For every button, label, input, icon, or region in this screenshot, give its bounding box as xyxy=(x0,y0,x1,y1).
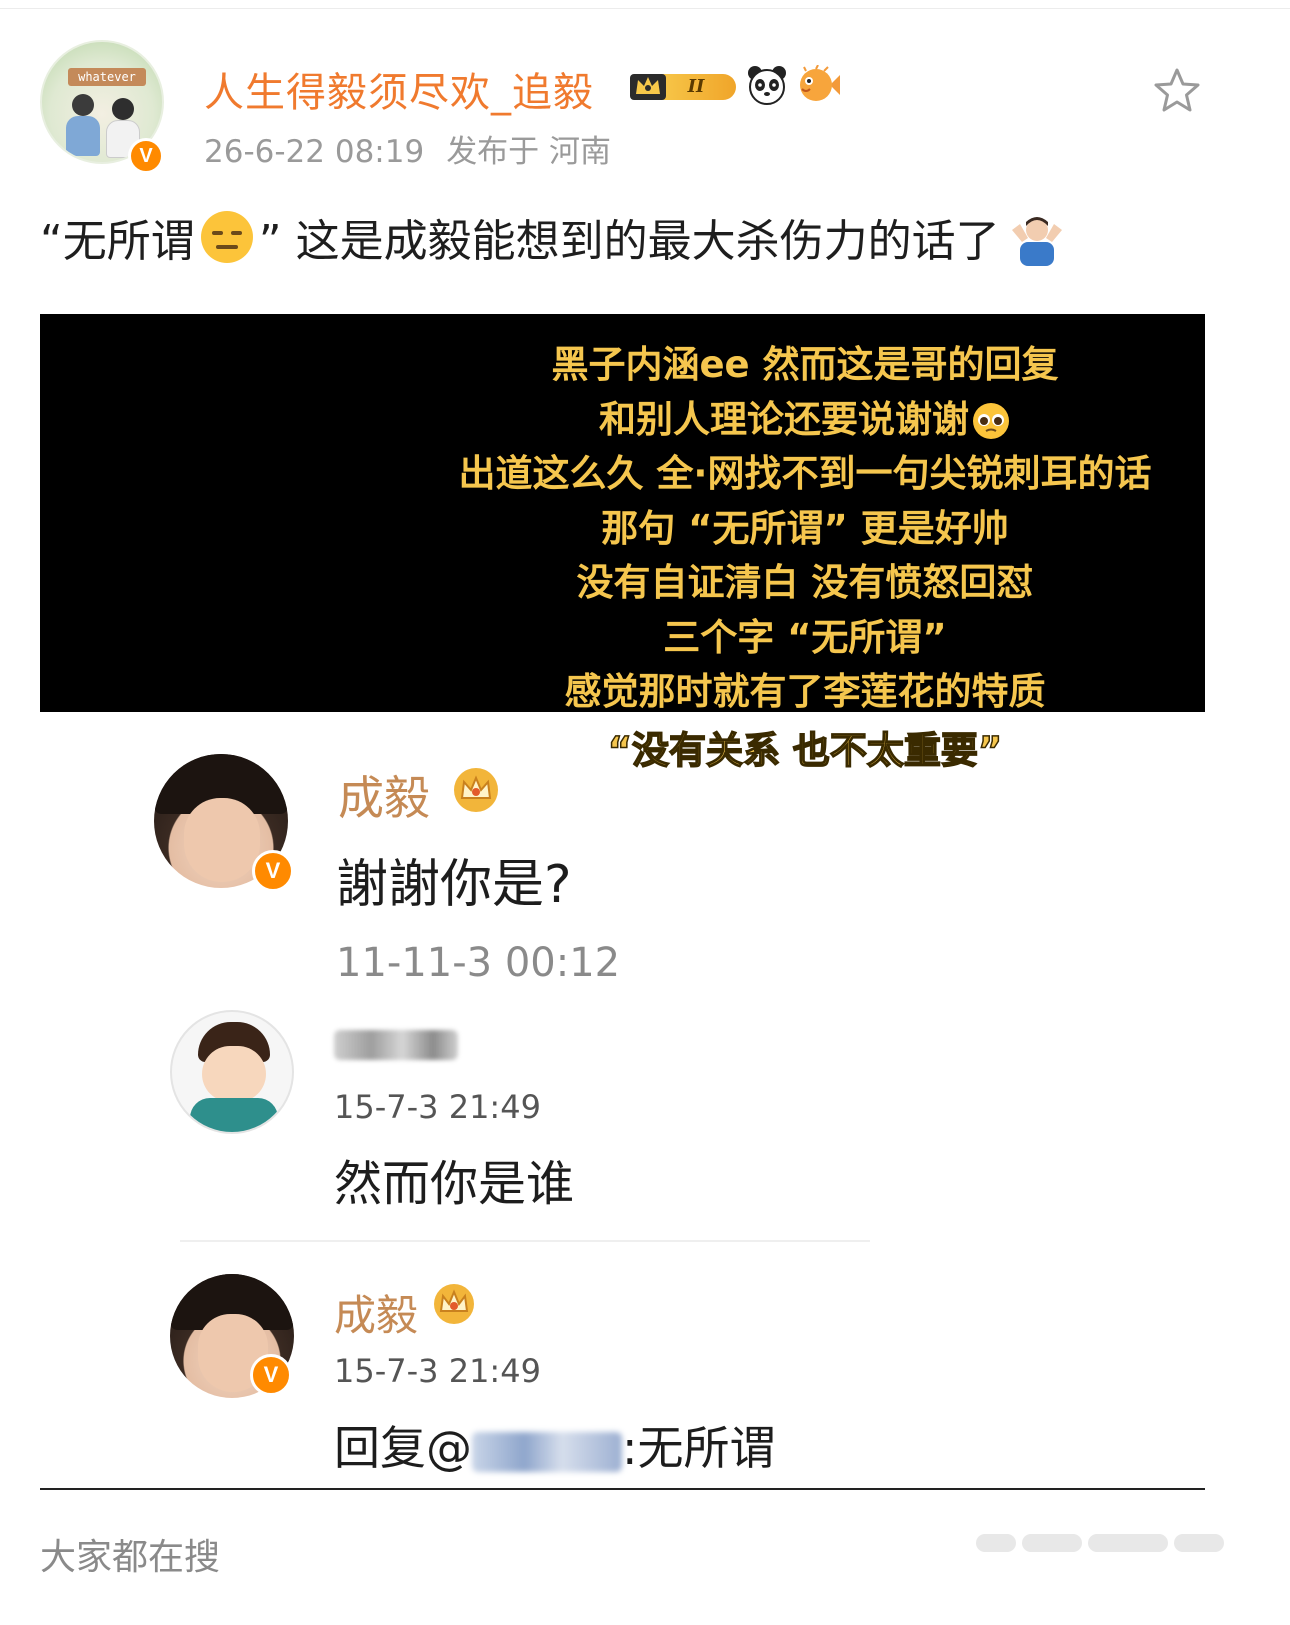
comment-text: 謝謝你是? xyxy=(336,855,572,915)
caption-line-text: 和别人理论还要说谢谢 xyxy=(599,397,969,441)
commenter-name: 成毅 xyxy=(338,771,430,825)
comment-text: 回复@ :无所谓 xyxy=(334,1412,776,1478)
star-icon[interactable] xyxy=(1152,66,1202,116)
post-image[interactable]: 黑子内涵ee 然而这是哥的回复 和别人理论还要说谢谢 出道这么久 全·网找不到一… xyxy=(40,314,1205,1489)
v-badge-icon: V xyxy=(252,850,294,892)
caption-line: 黑子内涵ee 然而这是哥的回复 xyxy=(551,343,1059,386)
post-location: 发布于 河南 xyxy=(446,134,612,170)
comment-text: 然而你是谁 xyxy=(334,1156,575,1212)
caption-line: 那句 “无所谓” 更是好帅 xyxy=(601,506,1009,550)
post-text-part: “无所谓 xyxy=(40,216,195,267)
caption-text-block: 黑子内涵ee 然而这是哥的回复 和别人理论还要说谢谢 出道这么久 全·网找不到一… xyxy=(420,338,1190,720)
crown-icon xyxy=(434,1284,474,1324)
avatar-figure-head xyxy=(112,98,134,120)
author-avatar[interactable]: whatever V xyxy=(40,40,164,174)
caption-line: “没有关系 也不太重要” xyxy=(607,728,1003,773)
section-divider xyxy=(40,1488,1205,1490)
post-text-part: ” 这是成毅能想到的最大杀伤力的话了 xyxy=(258,216,1000,267)
crown-icon xyxy=(454,768,498,812)
post-date: 26-6-22 08:19 xyxy=(204,134,425,170)
top-divider xyxy=(0,8,1290,9)
avatar-sign-text: whatever xyxy=(68,68,146,86)
reply-prefix: 回复@ xyxy=(334,1421,472,1475)
caption-line: 和别人理论还要说谢谢 xyxy=(420,393,1190,448)
caption-line: 出道这么久 全·网找不到一句尖锐刺耳的话 xyxy=(458,452,1152,495)
avatar-figure-body xyxy=(66,116,100,156)
shrug-emoji-icon xyxy=(1011,217,1062,266)
caption-line: 没有自证清白 没有愤怒回怼 xyxy=(576,561,1034,604)
blurred-mention xyxy=(472,1431,622,1472)
comment-divider xyxy=(180,1240,870,1242)
expressionless-emoji-icon xyxy=(200,211,253,263)
panda-icon[interactable] xyxy=(746,64,788,106)
crown-icon xyxy=(630,74,666,100)
comment-time: 11-11-3 00:12 xyxy=(336,940,621,986)
commenter-avatar xyxy=(170,1010,294,1134)
pleading-emoji-icon xyxy=(973,403,1009,439)
caption-line: 三个字 “无所谓” xyxy=(663,615,947,659)
author-name[interactable]: 人生得毅须尽欢_追毅 xyxy=(204,60,594,118)
author-badges: II xyxy=(626,64,840,106)
comment-time: 15-7-3 21:49 xyxy=(334,1352,541,1390)
blurred-username xyxy=(334,1030,458,1060)
comment-time: 15-7-3 21:49 xyxy=(334,1088,541,1126)
vip-level-badge[interactable]: II xyxy=(626,66,738,104)
post-text: “无所谓 ” 这是成毅能想到的最大杀伤力的话了 xyxy=(40,205,1066,269)
caption-line: 感觉那时就有了李莲花的特质 xyxy=(564,670,1046,713)
avatar-figure-head xyxy=(72,94,94,116)
watermark xyxy=(976,1528,1236,1558)
post-meta: 26-6-22 08:19 发布于 河南 xyxy=(204,126,611,171)
v-badge-icon: V xyxy=(250,1354,292,1396)
pufferfish-icon[interactable] xyxy=(796,65,840,105)
commenter-name: 成毅 xyxy=(334,1291,419,1340)
reply-text: :无所谓 xyxy=(622,1421,776,1475)
trending-search-label[interactable]: 大家都在搜 xyxy=(40,1528,220,1580)
v-badge-icon: V xyxy=(128,138,164,174)
